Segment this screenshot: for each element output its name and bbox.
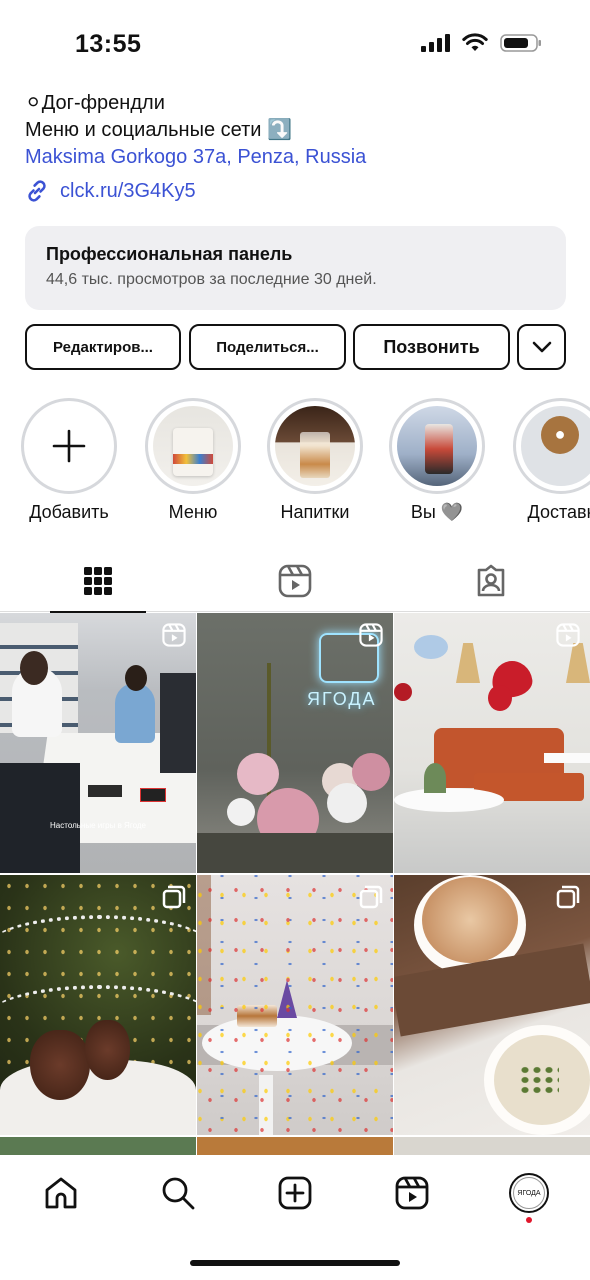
bio-website-link[interactable]: clck.ru/3G4Ky5	[24, 178, 196, 204]
highlight-delivery[interactable]: ● Доставк	[511, 398, 590, 523]
reels-icon	[395, 1176, 429, 1210]
post-thumbnail[interactable]: Настольные игры в Ягоде	[0, 613, 196, 873]
highlight-label: Вы 🩶	[410, 502, 464, 522]
highlight-you[interactable]: Вы 🩶	[387, 398, 487, 523]
post-thumbnail[interactable]	[0, 875, 196, 1135]
bottom-nav: ЯГОДА	[0, 1155, 590, 1280]
nav-profile[interactable]: ЯГОДА	[509, 1173, 549, 1213]
more-options-button[interactable]	[517, 324, 566, 370]
reel-badge-icon	[162, 623, 186, 652]
carousel-badge-icon	[162, 885, 186, 914]
wifi-icon	[462, 33, 488, 51]
bio-line-menu: Меню и социальные сети ⤵️	[25, 119, 292, 141]
neon-sign-text: ЯГОДА	[307, 689, 377, 709]
edit-profile-button[interactable]: Редактиров...	[25, 324, 181, 370]
tab-grid[interactable]	[50, 550, 146, 613]
nav-search[interactable]	[158, 1173, 198, 1213]
nav-create[interactable]	[275, 1173, 315, 1213]
avatar-text: ЯГОДА	[513, 1177, 545, 1209]
chevron-down-icon	[532, 341, 551, 353]
post-thumbnail[interactable]	[197, 875, 393, 1135]
highlight-cover-drinks	[275, 406, 355, 486]
highlight-drinks[interactable]: Напитки	[265, 398, 365, 523]
nav-home[interactable]	[41, 1173, 81, 1213]
highlight-label: Меню	[168, 502, 218, 522]
home-indicator	[190, 1260, 400, 1266]
nav-reels[interactable]	[392, 1173, 432, 1213]
battery-icon	[500, 34, 541, 52]
tab-reels[interactable]	[247, 550, 343, 612]
home-icon	[45, 1177, 77, 1209]
highlight-label: Доставк	[527, 502, 590, 522]
status-time: 13:55	[75, 30, 142, 58]
grid-icon	[84, 567, 112, 595]
plus-icon	[52, 429, 86, 463]
tagged-icon	[477, 564, 505, 597]
highlight-cover-menu	[153, 406, 233, 486]
post-thumbnail[interactable]	[197, 1137, 393, 1157]
website-text: clck.ru/3G4Ky5	[60, 179, 196, 202]
bio-address-link[interactable]: Maksima Gorkogo 37a, Penza, Russia	[25, 144, 366, 171]
post-thumbnail[interactable]	[0, 1137, 196, 1157]
highlight-label: Добавить	[29, 502, 109, 522]
post-thumbnail[interactable]	[394, 875, 590, 1135]
reels-icon	[278, 564, 312, 598]
highlight-add[interactable]: Добавить	[19, 398, 119, 523]
post-thumbnail[interactable]	[394, 1137, 590, 1157]
status-icons	[421, 33, 542, 53]
post-caption: Настольные игры в Ягоде	[50, 821, 146, 830]
professional-dashboard[interactable]: Профессиональная панель 44,6 тыс. просмо…	[25, 226, 566, 310]
highlight-label: Напитки	[280, 502, 350, 522]
bio-line-dog-friendly: ⚪Дог-френдли	[25, 92, 165, 114]
profile-tabs	[0, 550, 590, 613]
add-post-icon	[278, 1176, 312, 1210]
status-bar: 13:55	[0, 0, 590, 90]
call-button[interactable]: Позвонить	[353, 324, 510, 370]
post-thumbnail[interactable]: ЯГОДА	[197, 613, 393, 873]
tab-tagged[interactable]	[443, 550, 539, 612]
search-icon	[162, 1177, 195, 1210]
link-icon	[28, 180, 46, 202]
avatar: ЯГОДА	[509, 1173, 549, 1213]
highlight-cover-delivery: ●	[521, 406, 590, 486]
post-thumbnail[interactable]	[394, 613, 590, 873]
share-profile-button[interactable]: Поделиться...	[189, 324, 346, 370]
reel-badge-icon	[556, 623, 580, 652]
pro-panel-title: Профессиональная панель	[46, 244, 293, 264]
highlight-menu[interactable]: Меню	[143, 398, 243, 523]
notification-dot	[526, 1217, 532, 1223]
carousel-badge-icon	[359, 885, 383, 914]
reel-badge-icon	[359, 623, 383, 652]
highlight-cover-you	[397, 406, 477, 486]
profile-bio: ⚪Дог-френдли Меню и социальные сети ⤵️ M…	[25, 90, 366, 171]
pro-panel-subtitle: 44,6 тыс. просмотров за последние 30 дне…	[46, 271, 377, 288]
signal-icon	[421, 34, 450, 52]
carousel-badge-icon	[556, 885, 580, 914]
